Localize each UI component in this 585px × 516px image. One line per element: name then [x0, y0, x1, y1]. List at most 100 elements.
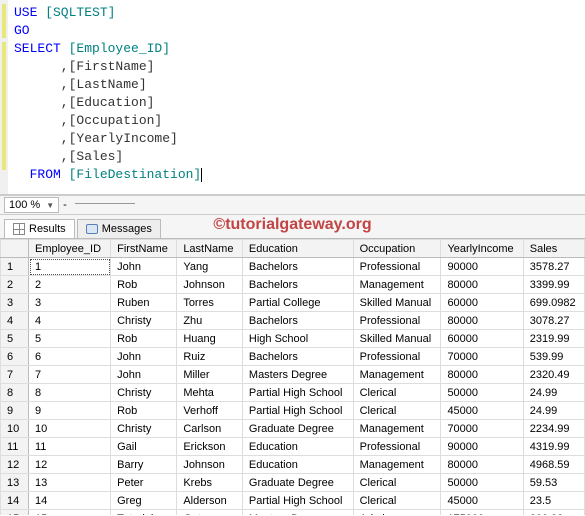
zoom-dropdown[interactable]: 100 % ▼ [4, 197, 59, 213]
cell-yi[interactable]: 80000 [441, 312, 523, 330]
cell-fn[interactable]: John [111, 348, 177, 366]
cell-id[interactable]: 4 [29, 312, 111, 330]
cell-ed[interactable]: Graduate Degree [242, 474, 353, 492]
cell-oc[interactable]: Clerical [353, 384, 441, 402]
header-rownum[interactable] [1, 240, 29, 258]
cell-ln[interactable]: Johnson [177, 456, 243, 474]
cell-ed[interactable]: Graduate Degree [242, 420, 353, 438]
rownum[interactable]: 13 [1, 474, 29, 492]
cell-id[interactable]: 1 [29, 258, 111, 276]
cell-ed[interactable]: Masters Degree [242, 510, 353, 516]
cell-id[interactable]: 11 [29, 438, 111, 456]
cell-oc[interactable]: Clerical [353, 492, 441, 510]
cell-fn[interactable]: Rob [111, 276, 177, 294]
cell-oc[interactable]: Professional [353, 258, 441, 276]
cell-fn[interactable]: Christy [111, 384, 177, 402]
cell-sa[interactable]: 2234.99 [523, 420, 584, 438]
cell-oc[interactable]: Admin [353, 510, 441, 516]
header-education[interactable]: Education [242, 240, 353, 258]
cell-sa[interactable]: 24.99 [523, 402, 584, 420]
table-row[interactable]: 1010ChristyCarlsonGraduate DegreeManagem… [1, 420, 585, 438]
tab-messages[interactable]: Messages [77, 219, 161, 238]
cell-ln[interactable]: Torres [177, 294, 243, 312]
cell-ed[interactable]: Partial High School [242, 384, 353, 402]
table-row[interactable]: 88ChristyMehtaPartial High SchoolClerica… [1, 384, 585, 402]
cell-fn[interactable]: Ruben [111, 294, 177, 312]
cell-id[interactable]: 13 [29, 474, 111, 492]
code-area[interactable]: USE [SQLTEST] GO SELECT [Employee_ID] ,[… [8, 0, 208, 194]
cell-sa[interactable]: 3578.27 [523, 258, 584, 276]
cell-fn[interactable]: Rob [111, 402, 177, 420]
cell-ln[interactable]: Johnson [177, 276, 243, 294]
cell-id[interactable]: 8 [29, 384, 111, 402]
rownum[interactable]: 8 [1, 384, 29, 402]
cell-yi[interactable]: 70000 [441, 348, 523, 366]
cell-id[interactable]: 9 [29, 402, 111, 420]
cell-ln[interactable]: Yang [177, 258, 243, 276]
rownum[interactable]: 1 [1, 258, 29, 276]
rownum[interactable]: 14 [1, 492, 29, 510]
cell-ed[interactable]: Bachelors [242, 348, 353, 366]
header-employeeid[interactable]: Employee_ID [29, 240, 111, 258]
cell-fn[interactable]: John [111, 258, 177, 276]
cell-ed[interactable]: Bachelors [242, 276, 353, 294]
cell-yi[interactable]: 90000 [441, 258, 523, 276]
cell-yi[interactable]: 60000 [441, 294, 523, 312]
cell-fn[interactable]: Barry [111, 456, 177, 474]
rownum[interactable]: 6 [1, 348, 29, 366]
cell-sa[interactable]: 3078.27 [523, 312, 584, 330]
rownum[interactable]: 7 [1, 366, 29, 384]
table-row[interactable]: 1313PeterKrebsGraduate DegreeClerical500… [1, 474, 585, 492]
rownum[interactable]: 12 [1, 456, 29, 474]
cell-ln[interactable]: Zhu [177, 312, 243, 330]
cell-id[interactable]: 7 [29, 366, 111, 384]
header-lastname[interactable]: LastName [177, 240, 243, 258]
cell-ln[interactable]: Erickson [177, 438, 243, 456]
cell-yi[interactable]: 45000 [441, 492, 523, 510]
cell-sa[interactable]: 539.99 [523, 348, 584, 366]
cell-ed[interactable]: Masters Degree [242, 366, 353, 384]
cell-fn[interactable]: Peter [111, 474, 177, 492]
splitter-handle[interactable] [75, 203, 135, 207]
cell-fn[interactable]: Tutorial [111, 510, 177, 516]
cell-fn[interactable]: Christy [111, 420, 177, 438]
table-row[interactable]: 1111GailEricksonEducationProfessional900… [1, 438, 585, 456]
cell-oc[interactable]: Clerical [353, 474, 441, 492]
table-row[interactable]: 77JohnMillerMasters DegreeManagement8000… [1, 366, 585, 384]
cell-ln[interactable]: Krebs [177, 474, 243, 492]
cell-id[interactable]: 3 [29, 294, 111, 312]
cell-fn[interactable]: John [111, 366, 177, 384]
rownum[interactable]: 15 [1, 510, 29, 516]
cell-id[interactable]: 14 [29, 492, 111, 510]
cell-ln[interactable]: Carlson [177, 420, 243, 438]
rownum[interactable]: 2 [1, 276, 29, 294]
cell-oc[interactable]: Clerical [353, 402, 441, 420]
cell-ed[interactable]: Partial College [242, 294, 353, 312]
cell-sa[interactable]: 23.5 [523, 492, 584, 510]
cell-sa[interactable]: 4319.99 [523, 438, 584, 456]
cell-sa[interactable]: 2320.49 [523, 366, 584, 384]
rownum[interactable]: 5 [1, 330, 29, 348]
cell-id[interactable]: 6 [29, 348, 111, 366]
cell-yi[interactable]: 50000 [441, 384, 523, 402]
cell-fn[interactable]: Rob [111, 330, 177, 348]
cell-sa[interactable]: 59.53 [523, 474, 584, 492]
cell-sa[interactable]: 2319.99 [523, 330, 584, 348]
cell-oc[interactable]: Management [353, 276, 441, 294]
cell-ed[interactable]: High School [242, 330, 353, 348]
cell-id[interactable]: 12 [29, 456, 111, 474]
table-row[interactable]: 44ChristyZhuBachelorsProfessional8000030… [1, 312, 585, 330]
cell-id[interactable]: 5 [29, 330, 111, 348]
header-firstname[interactable]: FirstName [111, 240, 177, 258]
cell-ln[interactable]: Ruiz [177, 348, 243, 366]
cell-yi[interactable]: 50000 [441, 474, 523, 492]
cell-oc[interactable]: Professional [353, 312, 441, 330]
rownum[interactable]: 10 [1, 420, 29, 438]
cell-yi[interactable]: 45000 [441, 402, 523, 420]
header-occupation[interactable]: Occupation [353, 240, 441, 258]
cell-fn[interactable]: Greg [111, 492, 177, 510]
rownum[interactable]: 4 [1, 312, 29, 330]
tab-results[interactable]: Results [4, 219, 75, 238]
cell-ed[interactable]: Education [242, 456, 353, 474]
cell-ln[interactable]: Huang [177, 330, 243, 348]
